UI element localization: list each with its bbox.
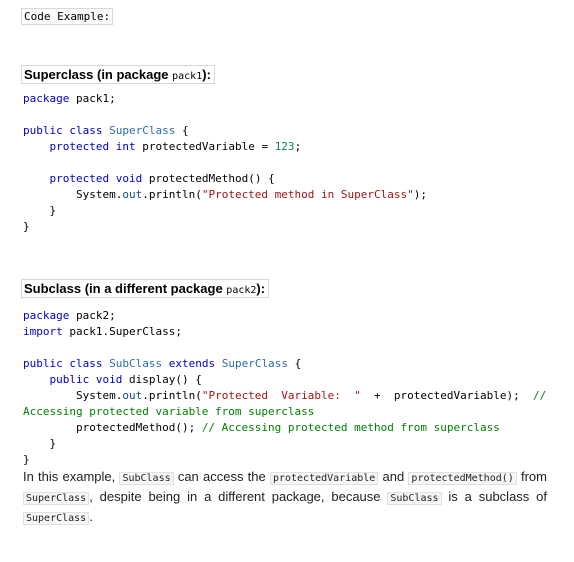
code-token: + protectedVariable); [360, 389, 533, 402]
code-token: out [122, 389, 143, 402]
code-line: protected int protectedVariable = 123; [23, 139, 427, 155]
subclass-heading-text: Subclass (in a different package [24, 281, 227, 296]
explanation-text: and [378, 469, 409, 484]
code-token: package [23, 92, 70, 105]
code-token: SuperClass [109, 124, 176, 137]
code-line: protected void protectedMethod() { [23, 171, 427, 187]
code-token: pack2; [69, 309, 116, 322]
code-token: public [49, 373, 90, 386]
code-token: display() { [122, 373, 202, 386]
subclass-heading-package: pack2 [226, 285, 257, 296]
code-line: public class SuperClass { [23, 123, 427, 139]
code-token: SubClass [109, 357, 163, 370]
superclass-heading-package: pack1 [172, 71, 203, 82]
code-token: protectedMethod() { [142, 172, 275, 185]
subclass-code-block: package pack2; import pack1.SuperClass; p… [23, 308, 546, 468]
code-token: package [23, 309, 70, 322]
code-line: package pack2; [23, 308, 546, 324]
explanation-text: . [89, 509, 93, 524]
inline-code: SuperClass [23, 492, 90, 505]
code-token: ; [294, 140, 302, 153]
code-token: protectedVariable = [135, 140, 275, 153]
code-line: public void display() { [23, 372, 546, 388]
code-token: void [115, 172, 143, 185]
code-token: "Protected Variable: " [201, 389, 361, 402]
code-token: Accessing protected variable from superc… [23, 405, 315, 418]
code-token: pack1.SuperClass; [62, 325, 182, 338]
code-token: ); [413, 188, 427, 201]
code-token: SuperClass [221, 357, 288, 370]
inline-code: protectedMethod() [408, 472, 517, 485]
code-example-label: Code Example: [21, 8, 114, 25]
code-line: Accessing protected variable from superc… [23, 404, 546, 420]
code-token: protected [49, 172, 110, 185]
inline-code: SuperClass [23, 512, 90, 525]
code-token: } [23, 220, 30, 233]
explanation-text: is a subclass of [441, 489, 547, 504]
explanation-text: , despite being in a different package, … [89, 489, 388, 504]
code-token: } [23, 437, 57, 450]
code-token: // [532, 389, 547, 402]
code-line: package pack1; [23, 91, 427, 107]
superclass-heading-text: Superclass (in package [24, 67, 173, 82]
code-token: // Accessing protected method from super… [201, 421, 500, 434]
code-line: protectedMethod(); // Accessing protecte… [23, 420, 546, 436]
code-token: } [23, 453, 30, 466]
code-token: int [115, 140, 136, 153]
code-line: import pack1.SuperClass; [23, 324, 546, 340]
subclass-heading: Subclass (in a different package pack2): [21, 279, 270, 298]
explanation-paragraph: In this example, SubClass can access the… [23, 468, 547, 528]
code-line: public class SubClass extends SuperClass… [23, 356, 546, 372]
code-token: void [95, 373, 123, 386]
code-token: import [23, 325, 63, 338]
code-token: out [122, 188, 143, 201]
code-line: System.out.println("Protected Variable: … [23, 388, 546, 404]
code-token: public [23, 357, 63, 370]
code-token: class [69, 357, 103, 370]
code-token: System. [23, 389, 123, 402]
code-token: class [69, 124, 103, 137]
code-line: } [23, 219, 427, 235]
explanation-text: can access the [173, 469, 270, 484]
code-token: "Protected method in SuperClass" [201, 188, 414, 201]
code-line: } [23, 436, 546, 452]
superclass-heading-end: ): [202, 67, 211, 82]
inline-code: SubClass [119, 472, 174, 485]
superclass-heading: Superclass (in package pack1): [21, 65, 215, 84]
explanation-text: from [516, 469, 547, 484]
code-token: System. [23, 188, 123, 201]
code-token: { [287, 357, 302, 370]
code-line: } [23, 452, 546, 468]
superclass-code-block: package pack1; public class SuperClass {… [23, 91, 427, 235]
code-token: public [23, 124, 63, 137]
code-token: .println( [142, 389, 202, 402]
subclass-heading-end: ): [256, 281, 266, 296]
code-line: System.out.println("Protected method in … [23, 187, 427, 203]
code-line: } [23, 203, 427, 219]
code-token: pack1; [69, 92, 116, 105]
code-token: extends [168, 357, 216, 370]
code-token: } [23, 204, 57, 217]
explanation-text: In this example, [23, 469, 120, 484]
code-token: protectedMethod(); [23, 421, 202, 434]
code-token: .println( [142, 188, 202, 201]
code-token: protected [49, 140, 110, 153]
code-token: { [175, 124, 189, 137]
inline-code: protectedVariable [269, 472, 379, 485]
code-token: 123 [274, 140, 295, 153]
inline-code: SubClass [387, 492, 442, 505]
